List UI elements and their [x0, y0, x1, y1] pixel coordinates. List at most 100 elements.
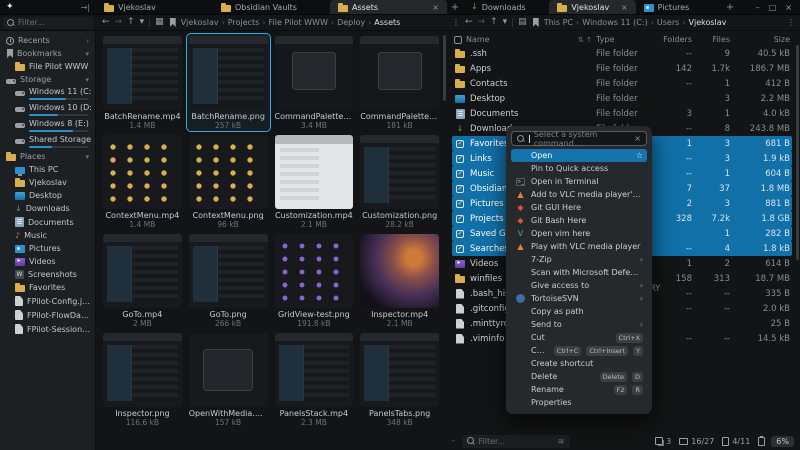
chevron-icon[interactable]: ▾: [85, 153, 89, 161]
grid-item-customization-mp4[interactable]: Customization.mp42.1 MB: [273, 133, 356, 230]
tab-downloads[interactable]: ↓Downloads: [463, 0, 549, 14]
checked-checkbox[interactable]: [456, 185, 464, 193]
menu-item-give-access-to[interactable]: Give access to›: [511, 279, 647, 292]
menu-item-copy-as-path[interactable]: Copy as path: [511, 305, 647, 318]
history-chevron-icon[interactable]: ▾: [140, 18, 145, 27]
chevron-icon[interactable]: ▾: [85, 76, 89, 84]
sidebar-item-videos[interactable]: Videos: [0, 255, 95, 268]
sidebar-section-storage[interactable]: Storage▾: [0, 73, 95, 86]
crumb-vjekoslav[interactable]: Vjekoslav: [181, 18, 219, 27]
sidebar-item-fpilot-config-json[interactable]: FPilot-Config.json: [0, 294, 95, 308]
menu-item-open[interactable]: Open☆: [511, 149, 647, 162]
back-icon[interactable]: ←: [102, 18, 110, 27]
pane-menu-icon[interactable]: ⋮: [452, 18, 460, 27]
select-all-checkbox[interactable]: [454, 36, 462, 44]
sidebar-item-fpilot-flowdata-json[interactable]: FPilot-FlowData.json: [0, 308, 95, 322]
menu-item-tortoisesvn[interactable]: TortoiseSVN›: [511, 292, 647, 305]
row-documents[interactable]: DocumentsFile folder314.0 kB: [452, 106, 792, 121]
tab-assets[interactable]: Assets×: [330, 0, 447, 14]
grid-item-batchrename-mp4[interactable]: BatchRename.mp41.4 MB: [101, 34, 184, 131]
sidebar-item-file-pilot-www[interactable]: File Pilot WWW: [0, 60, 95, 73]
column-header-folders[interactable]: Folders: [658, 35, 692, 44]
sidebar-item-desktop[interactable]: Desktop: [0, 189, 95, 202]
left-scrollbar[interactable]: [443, 35, 446, 101]
grid-item-openwithmedia-png[interactable]: OpenWithMedia.png157 kB: [187, 331, 270, 428]
row-contacts[interactable]: ContactsFile folder--1412 B: [452, 76, 792, 91]
crumb-this-pc[interactable]: This PC: [544, 18, 573, 27]
sidebar-item-documents[interactable]: Documents: [0, 215, 95, 229]
grid-item-goto-png[interactable]: GoTo.png266 kB: [187, 232, 270, 329]
checked-checkbox[interactable]: [456, 245, 464, 253]
favorite-star-icon[interactable]: ☆: [636, 151, 643, 160]
bookmark-icon[interactable]: [170, 18, 176, 27]
crumb-assets[interactable]: Assets: [374, 18, 400, 27]
column-header-type[interactable]: Type: [596, 35, 654, 44]
menu-item-properties[interactable]: Properties: [511, 396, 647, 409]
close-window-button[interactable]: ×: [785, 3, 792, 12]
command-search-input[interactable]: Select a system command... ×: [511, 131, 647, 146]
menu-item-send-to[interactable]: Send to›: [511, 318, 647, 331]
menu-item-open-vim-here[interactable]: VOpen vim here: [511, 227, 647, 240]
close-icon[interactable]: ×: [634, 134, 641, 143]
grid-item-commandpalette-png[interactable]: CommandPalette.png181 kB: [358, 34, 441, 131]
checked-checkbox[interactable]: [456, 230, 464, 238]
menu-item-7-zip[interactable]: 7-Zip›: [511, 253, 647, 266]
grid-item-customization-png[interactable]: Customization.png28.2 kB: [358, 133, 441, 230]
sidebar-item-screenshots[interactable]: WScreenshots: [0, 268, 95, 281]
sidebar-item-music[interactable]: ♪Music: [0, 229, 95, 242]
resize-handle-icon[interactable]: –: [451, 437, 456, 446]
tab-obsidian-vaults[interactable]: Obsidian Vaults: [213, 0, 330, 14]
pane-options-icon[interactable]: ⋮: [787, 18, 795, 27]
grid-item-inspector-png[interactable]: Inspector.png116.6 kB: [101, 331, 184, 428]
row-desktop[interactable]: DesktopFile folder32.2 MB: [452, 91, 792, 106]
crumb-deploy[interactable]: Deploy: [337, 18, 365, 27]
grid-item-gridview-test-png[interactable]: GridView-test.png191.8 kB: [273, 232, 356, 329]
chevron-icon[interactable]: ▾: [85, 50, 89, 58]
menu-item-cut[interactable]: CutCtrl+X: [511, 331, 647, 344]
menu-item-open-in-terminal[interactable]: >_Open in Terminal: [511, 175, 647, 188]
bookmark-icon[interactable]: [533, 18, 539, 27]
up-icon[interactable]: ↑: [127, 18, 135, 27]
grid-item-commandpalette-mp4[interactable]: CommandPalette.mp43.4 MB: [273, 34, 356, 131]
checked-checkbox[interactable]: [456, 200, 464, 208]
collapse-sidebar-icon[interactable]: →|: [81, 3, 90, 12]
checked-checkbox[interactable]: [456, 215, 464, 223]
tab-vjekoslav[interactable]: Vjekoslav×: [549, 0, 635, 14]
row-ssh[interactable]: .sshFile folder--940.5 kB: [452, 46, 792, 61]
crumb-file-pilot-www[interactable]: File Pilot WWW: [269, 18, 328, 27]
column-header-files[interactable]: Files: [696, 35, 730, 44]
filter-options-icon[interactable]: ≋: [558, 437, 565, 446]
crumb-users[interactable]: Users: [657, 18, 679, 27]
tab-pictures[interactable]: Pictures: [636, 0, 722, 14]
grid-item-inspector-mp4[interactable]: Inspector.mp42.1 MB: [358, 232, 441, 329]
grid-item-panelstabs-png[interactable]: PanelsTabs.png348 kB: [358, 331, 441, 428]
sidebar-item-vjekoslav[interactable]: Vjekoslav: [0, 176, 95, 189]
crumb-projects[interactable]: Projects: [228, 18, 260, 27]
menu-item-git-bash-here[interactable]: ◆Git Bash Here: [511, 214, 647, 227]
right-scrollbar[interactable]: [796, 45, 799, 260]
new-tab-button-left[interactable]: +: [447, 0, 463, 14]
tab-close-icon[interactable]: ×: [618, 3, 628, 12]
sidebar-section-recents[interactable]: Recents›: [0, 34, 95, 47]
checked-checkbox[interactable]: [456, 155, 464, 163]
sidebar-item-windows-8-e[interactable]: Windows 8 (E:): [0, 118, 95, 134]
sidebar-item-windows-11-c[interactable]: Windows 11 (C:): [0, 86, 95, 102]
menu-item-copy[interactable]: CopyCtrl+CCtrl+InsertY: [511, 344, 647, 357]
menu-item-scan-with-microsoft-defender[interactable]: Scan with Microsoft Defender...: [511, 266, 647, 279]
tab-vjekoslav[interactable]: Vjekoslav: [96, 0, 213, 14]
column-header-name[interactable]: Name ⇅ ↑: [466, 35, 592, 44]
sidebar-item-this-pc[interactable]: This PC: [0, 163, 95, 176]
grid-item-contextmenu-mp4[interactable]: ContextMenu.mp41.4 MB: [101, 133, 184, 230]
menu-item-create-shortcut[interactable]: Create shortcut: [511, 357, 647, 370]
menu-item-delete[interactable]: DeleteDeleteD: [511, 370, 647, 383]
grid-item-batchrename-png[interactable]: BatchRename.png257 kB: [187, 34, 270, 131]
menu-item-rename[interactable]: RenameF2R: [511, 383, 647, 396]
forward-icon[interactable]: →: [115, 18, 123, 27]
view-list-icon[interactable]: ▤: [518, 18, 527, 27]
sort-icons[interactable]: ⇅ ↑: [578, 36, 592, 44]
new-tab-button-right[interactable]: +: [722, 0, 738, 14]
grid-item-contextmenu-png[interactable]: ContextMenu.png96 kB: [187, 133, 270, 230]
sidebar-item-downloads[interactable]: ↓Downloads: [0, 202, 95, 215]
tab-close-icon[interactable]: ×: [429, 3, 439, 12]
sidebar-section-places[interactable]: Places▾: [0, 150, 95, 163]
